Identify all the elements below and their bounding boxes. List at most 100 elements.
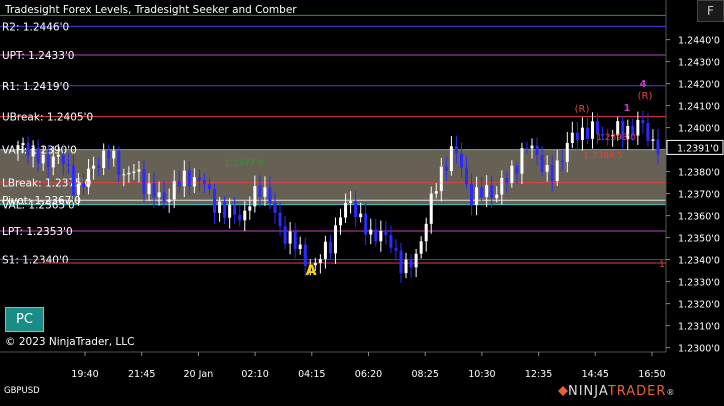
candle-body (278, 212, 282, 227)
candle-body (298, 244, 302, 250)
candle-body (590, 121, 594, 139)
candle-body (535, 145, 539, 155)
candle-body (354, 201, 358, 218)
candle-body (646, 123, 650, 141)
candle-body (333, 225, 337, 254)
candle-body (459, 153, 463, 168)
candle-body (87, 168, 91, 188)
candle-body (344, 202, 348, 218)
candle-body (122, 174, 126, 176)
chart-title: Tradesight Forex Levels, Tradesight Seek… (5, 4, 297, 16)
candle-body (258, 186, 262, 197)
candle-body (112, 150, 116, 159)
x-tick-label: 16:50 (638, 369, 665, 380)
candle-body (167, 199, 171, 202)
candle-body (570, 132, 574, 144)
candle-body (218, 201, 222, 213)
candle-body (394, 247, 398, 251)
candle-body (641, 119, 645, 124)
y-tick-label: 1.2400'0 (678, 124, 720, 135)
candle-body (228, 204, 232, 218)
y-tick-label: 1.2430'0 (678, 58, 720, 69)
candle-body (555, 160, 559, 182)
candle-body (142, 169, 146, 195)
candle-body (470, 184, 474, 206)
y-tick-label: 1.2300'0 (678, 344, 720, 355)
candle-body (192, 177, 196, 187)
candle-body (152, 183, 156, 198)
candle-body (500, 177, 504, 195)
candle-body (424, 223, 428, 242)
candle-body (283, 226, 287, 244)
candle-body (651, 139, 655, 141)
candle-body (66, 164, 70, 166)
y-tick-label: 1.2330'0 (678, 278, 720, 289)
y-tick-label: 1.2340'0 (678, 256, 720, 267)
level-label: LPT: 1.2353'0 (2, 226, 73, 238)
candle-body (525, 148, 529, 150)
f-button[interactable]: F (697, 0, 724, 22)
logo-reg: ® (666, 388, 676, 397)
chart-annotation: 1.2377'0 (224, 159, 264, 169)
x-tick-label: 02:10 (241, 369, 268, 380)
candle-body (409, 259, 413, 268)
candle-body (318, 259, 322, 263)
candle-body (248, 206, 252, 211)
candle-body (61, 154, 65, 165)
candle-body (550, 165, 554, 182)
candle-body (475, 187, 479, 206)
candle-body (21, 143, 25, 146)
logo-right: TRADER (607, 384, 667, 399)
x-tick-label: 21:45 (128, 369, 155, 380)
candle-body (364, 213, 368, 235)
level-label: S1: 1.2340'0 (2, 255, 69, 267)
candle-body (268, 187, 272, 204)
candle-body (404, 259, 408, 274)
y-tick-label: 1.2310'0 (678, 322, 720, 333)
candle-body (92, 165, 96, 169)
candle-body (293, 231, 297, 250)
logo-left: NINJA (568, 384, 608, 399)
candle-body (636, 119, 640, 136)
candle-body (449, 146, 453, 172)
candle-body (349, 201, 353, 203)
y-tick-label: 1.2360'0 (678, 212, 720, 223)
candle-body (137, 169, 141, 172)
current-price-label: 1.2391'0 (677, 143, 719, 154)
candle-body (414, 253, 418, 268)
y-tick-label: 1.2370'0 (678, 190, 720, 201)
x-tick-label: 19:40 (71, 369, 98, 380)
candle-body (233, 204, 237, 215)
candle-body (97, 165, 101, 169)
candle-body (429, 193, 433, 224)
candle-body (107, 150, 111, 159)
chart-annotation: 1.2393'0 (596, 133, 636, 143)
candle-body (46, 154, 50, 168)
level-label: R1: 1.2419'0 (2, 81, 69, 93)
candle-body (238, 214, 242, 221)
chart-annotation: 1.2384'5 (583, 151, 623, 161)
candle-body (157, 192, 161, 198)
candle-body (253, 186, 257, 207)
pc-button[interactable]: PC (5, 307, 44, 332)
candle-body (273, 203, 277, 213)
candle-body (505, 177, 509, 184)
x-tick-label: 12:35 (525, 369, 552, 380)
level-label: R2: 1.2446'0 (2, 21, 69, 33)
chart-annotation: (R) (575, 104, 590, 115)
y-tick-label: 1.2350'0 (678, 234, 720, 245)
candle-body (288, 231, 292, 244)
candle-body (580, 127, 584, 141)
chart-annotation: 1 (659, 260, 665, 270)
chart-annotation: 4 (640, 79, 647, 90)
x-tick-label: 20 Jan (184, 369, 214, 380)
candle-body (36, 147, 40, 164)
level-label: VAL: 1.2365'0 (2, 200, 75, 212)
candle-body (389, 234, 393, 248)
candle-body (520, 148, 524, 174)
candle-body (379, 230, 383, 242)
y-tick-label: 1.2420'0 (678, 80, 720, 91)
candle-body (207, 184, 211, 190)
candle-body (465, 167, 469, 185)
y-tick-label: 1.2410'0 (678, 102, 720, 113)
